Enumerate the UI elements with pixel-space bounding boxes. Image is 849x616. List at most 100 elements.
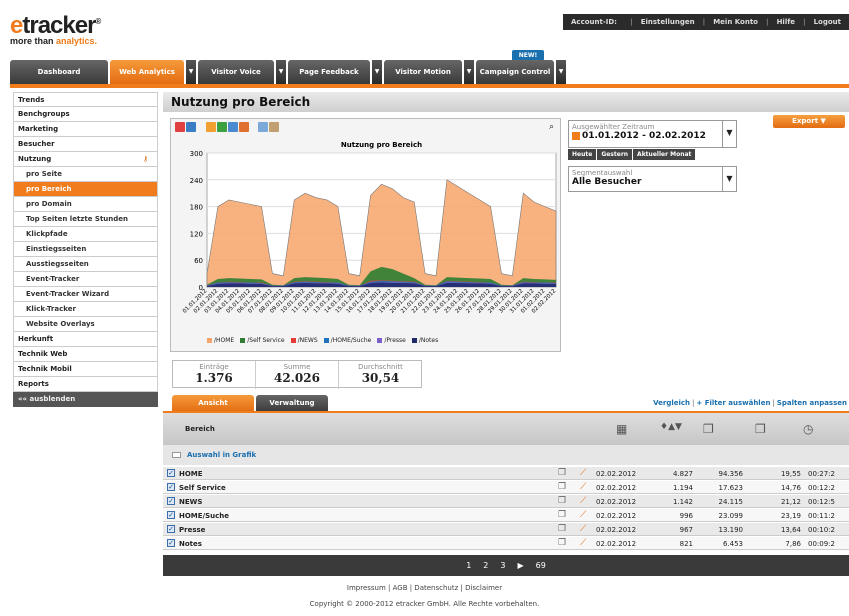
sidebar-item-pro-domain[interactable]: pro Domain xyxy=(13,197,158,212)
sidebar-item-pro-bereich[interactable]: pro Bereich xyxy=(13,182,158,197)
link-einstellungen[interactable]: Einstellungen xyxy=(641,18,695,26)
legend-item[interactable]: /HOME/Suche xyxy=(331,337,372,344)
trend-chart-icon[interactable]: ⟋ xyxy=(580,482,586,492)
sidebar-item-trends[interactable]: Trends xyxy=(13,92,158,107)
legend-item[interactable]: /Self Service xyxy=(247,337,284,344)
segment-selector[interactable]: Segmentauswahl Alle Besucher ▼ xyxy=(568,166,737,192)
next-page-icon[interactable]: ▶ xyxy=(517,561,523,570)
dropdown-arrow-icon[interactable]: ▼ xyxy=(556,60,566,84)
sidebar-item-klick-tracker[interactable]: Klick-Tracker xyxy=(13,302,158,317)
legend-item[interactable]: /NEWS xyxy=(298,337,318,344)
tab-web-analytics[interactable]: Web Analytics xyxy=(110,60,184,84)
tab-page-feedback[interactable]: Page Feedback xyxy=(288,60,370,84)
sidebar-item-pro-seite[interactable]: pro Seite xyxy=(13,167,158,182)
pages-icon[interactable]: ❐ xyxy=(558,524,566,534)
sidebar-item-benchgroups[interactable]: Benchgroups xyxy=(13,107,158,122)
dropdown-arrow-icon[interactable]: ▼ xyxy=(276,60,286,84)
chevron-down-icon[interactable]: ▼ xyxy=(722,121,736,147)
legend-item[interactable]: /Presse xyxy=(384,337,406,344)
last-page[interactable]: 69 xyxy=(536,561,546,570)
print-icon[interactable] xyxy=(186,122,196,132)
dropdown-arrow-icon[interactable]: ▼ xyxy=(372,60,382,84)
page-3[interactable]: 3 xyxy=(500,561,505,570)
row-name[interactable]: HOME/Suche xyxy=(179,512,229,520)
sidebar-item-herkunft[interactable]: Herkunft xyxy=(13,332,158,347)
sidebar-item-klickpfade[interactable]: Klickpfade xyxy=(13,227,158,242)
pages-icon[interactable]: ❐ xyxy=(558,468,566,478)
trend-chart-icon[interactable]: ⟋ xyxy=(580,468,586,478)
table-row[interactable]: ✓ Notes ❐ ⟋ 02.02.2012 821 6.453 7,86 00:09:2 xyxy=(163,537,849,550)
chevron-down-icon[interactable]: ▼ xyxy=(722,167,736,191)
trend-chart-icon[interactable]: ⟋ xyxy=(580,524,586,534)
pages-icon[interactable]: ❐ xyxy=(558,538,566,548)
sidebar-item-einstiegsseiten[interactable]: Einstiegsseiten xyxy=(13,242,158,257)
sidebar-item-top-seiten-letzte-stunden[interactable]: Top Seiten letzte Stunden xyxy=(13,212,158,227)
zoom-icon[interactable]: ⌕ xyxy=(549,122,554,132)
sort-arrows-icon[interactable]: ♦▲▼ xyxy=(660,422,682,432)
area-chart-icon[interactable] xyxy=(205,122,216,132)
row-name[interactable]: Self Service xyxy=(179,484,226,492)
pages-icon[interactable]: ❐ xyxy=(558,482,566,492)
link-logout[interactable]: Logout xyxy=(814,18,841,26)
sidebar-item-marketing[interactable]: Marketing xyxy=(13,122,158,137)
row-name[interactable]: HOME xyxy=(179,470,203,478)
table-row[interactable]: ✓ HOME ❐ ⟋ 02.02.2012 4.827 94.356 19,55 00:27:2 xyxy=(163,467,849,480)
gestern-button[interactable]: Gestern xyxy=(597,149,633,160)
tab-visitor-motion[interactable]: Visitor Motion xyxy=(384,60,462,84)
legend-item[interactable]: /Notes xyxy=(419,337,438,344)
bar-chart-icon[interactable] xyxy=(216,122,227,132)
column-chart-icon[interactable] xyxy=(238,122,249,132)
link-hilfe[interactable]: Hilfe xyxy=(777,18,795,26)
period-selector[interactable]: Ausgewählter Zeitraum 01.01.2012 - 02.02… xyxy=(568,120,737,148)
page-1[interactable]: 1 xyxy=(466,561,471,570)
row-checkbox[interactable]: ✓ xyxy=(167,483,175,491)
pages-visits-icon[interactable]: ❐ xyxy=(755,422,766,436)
tab-campaign-control[interactable]: Campaign Control xyxy=(476,60,554,84)
pdf-icon[interactable] xyxy=(175,122,185,132)
table-row[interactable]: ✓ HOME/Suche ❐ ⟋ 02.02.2012 996 23.099 23,19 00:… xyxy=(163,509,849,522)
tab-verwaltung[interactable]: Verwaltung xyxy=(256,395,328,412)
trend-chart-icon[interactable]: ⟋ xyxy=(580,496,586,506)
row-checkbox[interactable]: ✓ xyxy=(167,525,175,533)
pages-icon[interactable]: ❐ xyxy=(558,510,566,520)
row-checkbox[interactable]: ✓ xyxy=(167,539,175,547)
sidebar-item-website-overlays[interactable]: Website Overlays xyxy=(13,317,158,332)
table-icon[interactable] xyxy=(258,122,269,132)
table-row[interactable]: ✓ Presse ❐ ⟋ 02.02.2012 967 13.190 13,64 00:10:2 xyxy=(163,523,849,536)
aktueller-monat-button[interactable]: Aktueller Monat xyxy=(633,149,696,160)
dropdown-arrow-icon[interactable]: ▼ xyxy=(186,60,196,84)
table-row[interactable]: ✓ Self Service ❐ ⟋ 02.02.2012 1.194 17.623 14,7… xyxy=(163,481,849,494)
table-row[interactable]: ✓ NEWS ❐ ⟋ 02.02.2012 1.142 24.115 21,12 00:12:5 xyxy=(163,495,849,508)
pages-icon[interactable]: ❐ xyxy=(703,422,714,436)
footer-links[interactable]: Impressum | AGB | Datenschutz | Disclaim… xyxy=(0,584,849,592)
auswahl-in-grafik[interactable]: Auswahl in Grafik xyxy=(187,451,256,459)
legend-item[interactable]: /HOME xyxy=(214,337,234,344)
row-name[interactable]: NEWS xyxy=(179,498,202,506)
settings-icon[interactable] xyxy=(269,122,280,132)
calendar-icon[interactable]: ▦ xyxy=(616,422,627,436)
sidebar-item-technik-web[interactable]: Technik Web xyxy=(13,347,158,362)
trend-chart-icon[interactable]: ⟋ xyxy=(580,538,586,548)
page-2[interactable]: 2 xyxy=(483,561,488,570)
sidebar-item-ausstiegsseiten[interactable]: Ausstiegsseiten xyxy=(13,257,158,272)
sidebar-item-besucher[interactable]: Besucher xyxy=(13,137,158,152)
trend-chart-icon[interactable]: ⟋ xyxy=(580,510,586,520)
pages-icon[interactable]: ❐ xyxy=(558,496,566,506)
row-name[interactable]: Notes xyxy=(179,540,202,548)
export-button[interactable]: Export ▼ xyxy=(773,115,845,128)
sidebar-item-technik-mobil[interactable]: Technik Mobil xyxy=(13,362,158,377)
line-chart-icon[interactable] xyxy=(227,122,238,132)
link-mein-konto[interactable]: Mein Konto xyxy=(713,18,758,26)
tab-visitor-voice[interactable]: Visitor Voice xyxy=(198,60,274,84)
sidebar-item-event-tracker-wizard[interactable]: Event-Tracker Wizard xyxy=(13,287,158,302)
link-spalten[interactable]: Spalten anpassen xyxy=(777,399,847,407)
heute-button[interactable]: Heute xyxy=(568,149,597,160)
etracker-logo[interactable]: etracker® more than analytics. xyxy=(10,10,125,50)
row-checkbox[interactable]: ✓ xyxy=(167,497,175,505)
clock-icon[interactable]: ◷ xyxy=(803,422,813,436)
tab-dashboard[interactable]: Dashboard xyxy=(10,60,108,84)
row-checkbox[interactable]: ✓ xyxy=(167,469,175,477)
link-filter[interactable]: + Filter auswählen xyxy=(696,399,770,407)
sidebar-item-nutzung[interactable]: Nutzung ⚷ xyxy=(13,152,158,167)
tab-ansicht[interactable]: Ansicht xyxy=(172,395,254,412)
